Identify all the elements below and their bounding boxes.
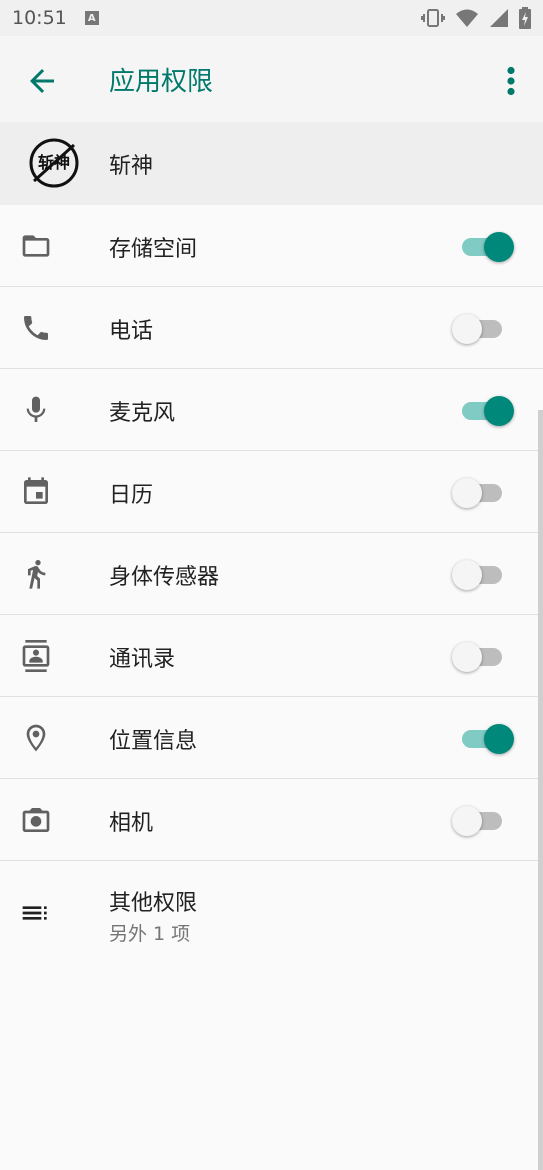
camera-icon bbox=[22, 808, 50, 832]
phone-icon bbox=[24, 316, 48, 340]
permission-label: 麦克风 bbox=[109, 401, 176, 426]
running-icon bbox=[28, 560, 46, 589]
phone-toggle[interactable] bbox=[452, 314, 516, 344]
permission-row-body-sensors[interactable]: 身体传感器 bbox=[0, 533, 543, 615]
back-arrow-icon[interactable] bbox=[24, 63, 60, 99]
other-permissions-count: 另外 1 项 bbox=[109, 923, 191, 945]
list-icon bbox=[22, 906, 47, 920]
microphone-toggle[interactable] bbox=[452, 396, 516, 426]
other-permissions-label: 其他权限 bbox=[109, 891, 198, 916]
calendar-toggle[interactable] bbox=[452, 478, 516, 508]
permission-row-contacts[interactable]: 通讯录 bbox=[0, 615, 543, 697]
location-toggle[interactable] bbox=[452, 724, 516, 754]
permission-label: 相机 bbox=[109, 811, 154, 836]
location-icon bbox=[26, 724, 46, 752]
permission-row-phone[interactable]: 电话 bbox=[0, 287, 543, 369]
other-permissions-row[interactable]: 其他权限 另外 1 项 bbox=[0, 861, 543, 961]
permission-row-storage[interactable]: 存储空间 bbox=[0, 205, 543, 287]
permission-label: 电话 bbox=[109, 319, 154, 344]
body-sensors-toggle[interactable] bbox=[452, 560, 516, 590]
permission-label: 位置信息 bbox=[109, 729, 198, 754]
permission-label: 存储空间 bbox=[109, 237, 198, 262]
contacts-toggle[interactable] bbox=[452, 642, 516, 672]
wifi-icon bbox=[456, 9, 478, 27]
folder-icon bbox=[22, 235, 50, 257]
page-title: 应用权限 bbox=[109, 66, 214, 97]
calendar-icon bbox=[24, 477, 48, 504]
more-vert-icon[interactable] bbox=[501, 63, 521, 99]
app-logo-icon: 斩神 bbox=[29, 138, 79, 188]
status-bar: 10:51 A bbox=[0, 0, 543, 36]
vibrate-icon bbox=[421, 9, 445, 27]
storage-toggle[interactable] bbox=[452, 232, 516, 262]
permission-label: 日历 bbox=[109, 483, 154, 508]
app-header: 斩神 斩神 bbox=[0, 122, 543, 205]
permission-row-microphone[interactable]: 麦克风 bbox=[0, 369, 543, 451]
contacts-icon bbox=[22, 640, 50, 672]
permission-label: 身体传感器 bbox=[109, 565, 220, 590]
app-name: 斩神 bbox=[109, 153, 154, 179]
notification-a-icon: A bbox=[84, 11, 99, 25]
microphone-icon bbox=[26, 396, 46, 422]
camera-toggle[interactable] bbox=[452, 806, 516, 836]
signal-icon bbox=[490, 9, 508, 27]
permission-label: 通讯录 bbox=[109, 647, 176, 672]
permission-list: 存储空间 电话 麦克风 日历 身体传感器 通讯录 位置信息 相机 其他权限 另外… bbox=[0, 205, 543, 1170]
svg-text:斩神: 斩神 bbox=[38, 153, 70, 172]
permission-row-camera[interactable]: 相机 bbox=[0, 779, 543, 861]
battery-icon bbox=[519, 7, 531, 29]
status-time: 10:51 bbox=[12, 7, 67, 29]
app-bar: 应用权限 bbox=[0, 36, 543, 122]
permission-row-calendar[interactable]: 日历 bbox=[0, 451, 543, 533]
permission-row-location[interactable]: 位置信息 bbox=[0, 697, 543, 779]
scrollbar[interactable] bbox=[538, 410, 543, 1170]
